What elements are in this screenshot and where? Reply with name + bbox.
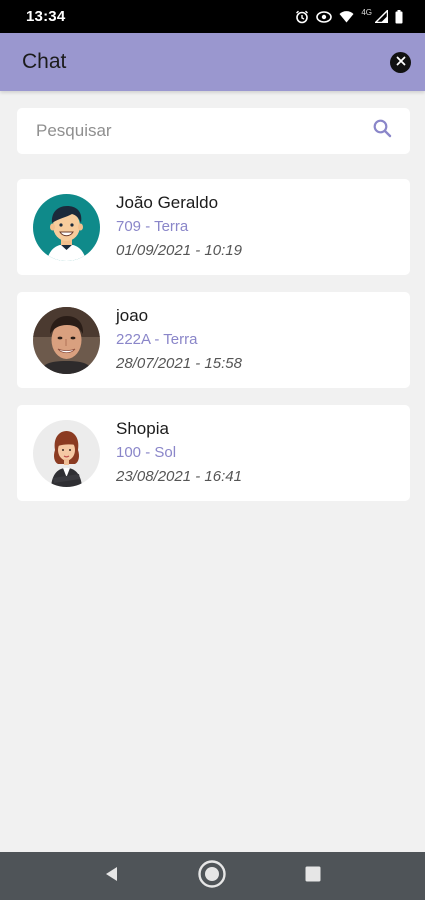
- recents-button[interactable]: [293, 856, 333, 896]
- app-bar: Chat: [0, 33, 425, 91]
- status-bar: 13:34 4G: [0, 0, 425, 33]
- chat-list: João Geraldo 709 - Terra 01/09/2021 - 10…: [17, 179, 410, 518]
- search-box: [17, 108, 410, 154]
- chat-unit: 222A - Terra: [116, 331, 198, 348]
- man-photo-avatar: [33, 306, 100, 374]
- signal-icon: [375, 10, 388, 23]
- search-input[interactable]: [36, 121, 356, 141]
- page-title: Chat: [22, 50, 67, 73]
- home-button[interactable]: [192, 856, 232, 896]
- search-icon[interactable]: [373, 119, 392, 143]
- status-icons: 4G: [295, 8, 403, 24]
- chat-info: João Geraldo 709 - Terra 01/09/2021 - 10…: [116, 193, 242, 261]
- chat-unit: 100 - Sol: [116, 444, 177, 461]
- chat-item[interactable]: joao 222A - Terra 28/07/2021 - 15:58: [17, 292, 410, 388]
- alarm-icon: [295, 10, 309, 24]
- chat-date: 01/09/2021 - 10:19: [116, 242, 242, 259]
- cartoon-boy-avatar: [33, 193, 100, 261]
- chat-date: 23/08/2021 - 16:41: [116, 468, 242, 485]
- chat-info: joao 222A - Terra 28/07/2021 - 15:58: [116, 306, 242, 374]
- back-button[interactable]: [92, 856, 132, 896]
- system-nav-bar: [0, 852, 425, 900]
- close-icon: [396, 53, 406, 71]
- battery-icon: [395, 9, 403, 24]
- chat-item[interactable]: João Geraldo 709 - Terra 01/09/2021 - 10…: [17, 179, 410, 275]
- network-type-label: 4G: [361, 8, 372, 17]
- chat-name: João Geraldo: [116, 193, 219, 212]
- data-saver-icon: [316, 10, 333, 24]
- chat-info: Shopia 100 - Sol 23/08/2021 - 16:41: [116, 419, 242, 487]
- recents-icon: [305, 866, 321, 887]
- chat-item[interactable]: Shopia 100 - Sol 23/08/2021 - 16:41: [17, 405, 410, 501]
- back-icon: [104, 866, 120, 887]
- home-icon: [197, 859, 227, 894]
- cartoon-woman-avatar: [33, 419, 100, 487]
- chat-name: Shopia: [116, 419, 169, 438]
- chat-unit: 709 - Terra: [116, 218, 189, 235]
- close-button[interactable]: [390, 51, 411, 73]
- wifi-icon: [339, 10, 354, 23]
- chat-date: 28/07/2021 - 15:58: [116, 355, 242, 372]
- chat-name: joao: [116, 306, 149, 325]
- status-time: 13:34: [26, 8, 66, 25]
